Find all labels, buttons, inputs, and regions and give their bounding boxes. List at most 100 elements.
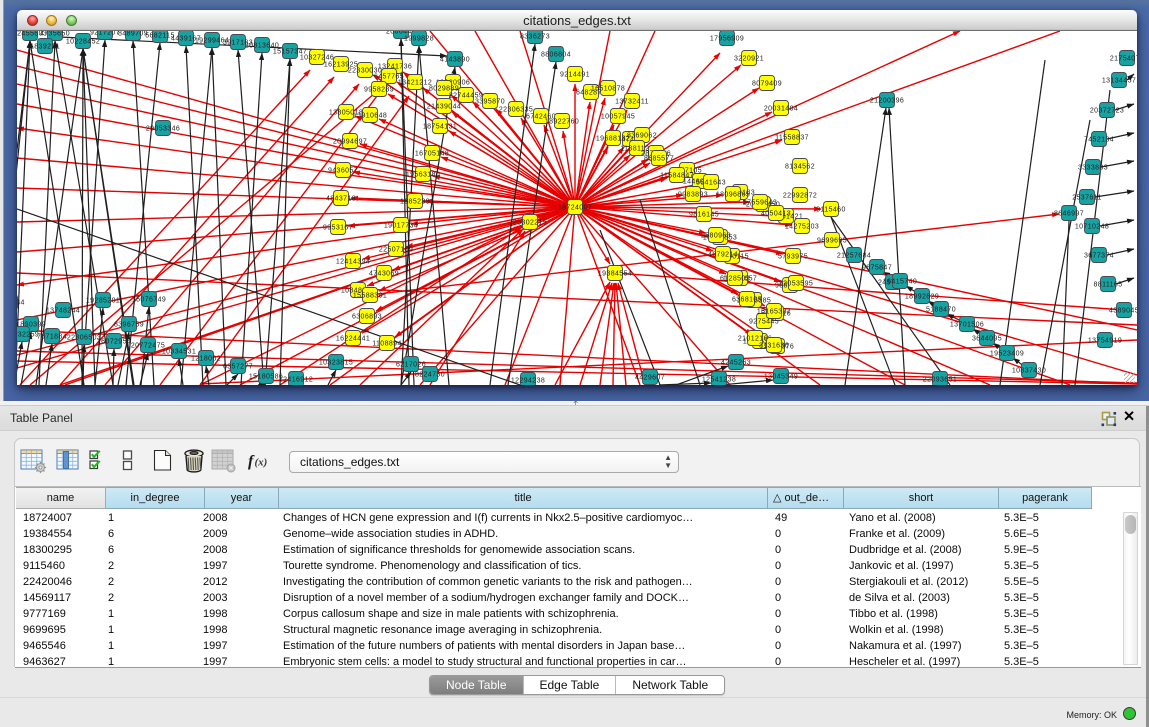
svg-text:13134457: 13134457: [1102, 78, 1136, 85]
svg-text:8396759: 8396759: [114, 322, 144, 329]
svg-text:1839221: 1839221: [30, 44, 60, 51]
svg-text:12294238: 12294238: [511, 378, 545, 385]
svg-text:6217026: 6217026: [396, 362, 426, 369]
svg-text:4429607: 4429607: [635, 375, 665, 382]
svg-text:4389045: 4389045: [1109, 308, 1137, 315]
svg-text:10057945: 10057945: [601, 114, 635, 121]
svg-text:13701506: 13701506: [950, 322, 984, 329]
svg-text:13748244: 13748244: [46, 308, 80, 315]
svg-text:5641643: 5641643: [696, 180, 726, 187]
svg-text:16072954: 16072954: [97, 339, 131, 346]
svg-text:22093651: 22093651: [923, 377, 957, 384]
svg-text:10334531: 10334531: [162, 349, 196, 356]
svg-text:13045349: 13045349: [764, 374, 798, 381]
svg-text:8134562: 8134562: [785, 164, 815, 171]
svg-text:21439044: 21439044: [427, 104, 461, 111]
svg-text:15588301: 15588301: [353, 293, 387, 300]
svg-text:21257684: 21257684: [837, 253, 871, 260]
svg-text:6357277: 6357277: [223, 364, 253, 371]
svg-text:4112034: 4112034: [17, 300, 25, 307]
svg-text:8336273: 8336273: [520, 34, 550, 41]
svg-text:9275445: 9275445: [749, 319, 779, 326]
svg-text:3131636: 3131636: [759, 343, 789, 350]
svg-text:22992872: 22992872: [783, 193, 817, 200]
svg-text:18096865: 18096865: [716, 192, 750, 199]
svg-text:10327246: 10327246: [300, 55, 334, 62]
svg-text:3677374: 3677374: [1084, 253, 1114, 260]
svg-text:18922760: 18922760: [545, 119, 579, 126]
svg-text:8224730: 8224730: [415, 372, 445, 379]
svg-text:10323815: 10323815: [319, 360, 353, 367]
svg-text:8029889: 8029889: [429, 86, 459, 93]
svg-text:9983893: 9983893: [678, 192, 708, 199]
svg-text:7671884: 7671884: [37, 334, 67, 341]
svg-text:13421212: 13421212: [398, 80, 432, 87]
svg-text:4143890: 4143890: [440, 57, 470, 64]
svg-text:(x): (x): [255, 457, 268, 469]
svg-text:29053346: 29053346: [146, 126, 180, 133]
svg-text:19832259: 19832259: [17, 332, 39, 339]
svg-text:22306335: 22306335: [499, 107, 533, 114]
svg-text:25302215: 25302215: [513, 220, 547, 227]
svg-text:14275203: 14275203: [785, 224, 819, 231]
svg-text:16510878: 16510878: [591, 86, 625, 93]
svg-text:22053595: 22053595: [779, 281, 813, 288]
svg-text:21754078: 21754078: [1110, 56, 1137, 63]
svg-text:12541238: 12541238: [702, 377, 736, 384]
svg-text:9217207: 9217207: [90, 31, 120, 37]
svg-text:15165337: 15165337: [757, 309, 791, 316]
svg-text:13805018: 13805018: [329, 110, 363, 117]
svg-text:4050413: 4050413: [761, 211, 791, 218]
svg-text:19017734: 19017734: [384, 223, 418, 230]
svg-text:10710248: 10710248: [1075, 224, 1109, 231]
svg-text:9115460: 9115460: [816, 207, 846, 214]
svg-text:4743069: 4743069: [369, 271, 399, 278]
svg-text:18724007: 18724007: [558, 205, 592, 212]
svg-text:21200396: 21200396: [870, 98, 904, 105]
svg-text:2537611: 2537611: [1072, 195, 1102, 202]
svg-text:18754131: 18754131: [423, 124, 457, 131]
svg-text:2580963: 2580963: [701, 233, 731, 240]
svg-text:20372723: 20372723: [1090, 108, 1124, 115]
svg-text:8369062: 8369062: [627, 133, 657, 140]
svg-text:1218062: 1218062: [191, 356, 221, 363]
svg-text:4843718: 4843718: [326, 196, 356, 203]
svg-text:9214491: 9214491: [560, 72, 590, 79]
svg-text:1385239: 1385239: [400, 199, 430, 206]
svg-text:10837430: 10837430: [1012, 368, 1046, 375]
svg-text:4735650: 4735650: [40, 31, 70, 38]
svg-text:8806804: 8806804: [541, 52, 571, 59]
svg-text:20772475: 20772475: [131, 343, 165, 350]
svg-text:9875847: 9875847: [862, 265, 892, 272]
svg-text:3395870: 3395870: [475, 99, 505, 106]
svg-text:8811165: 8811165: [1093, 282, 1122, 289]
svg-text:8685577: 8685577: [644, 156, 674, 163]
svg-text:15076749: 15076749: [132, 297, 166, 304]
svg-text:10228452: 10228452: [66, 39, 100, 46]
svg-text:16415740: 16415740: [883, 279, 917, 286]
svg-text:8489709: 8489709: [118, 31, 148, 38]
svg-text:20994697: 20994697: [333, 139, 367, 146]
svg-text:4245263: 4245263: [721, 360, 751, 367]
svg-text:8646997: 8646997: [1054, 211, 1084, 218]
svg-text:9699695: 9699695: [817, 238, 847, 245]
svg-text:12416912: 12416912: [279, 377, 313, 384]
svg-text:22507109: 22507109: [379, 247, 413, 254]
svg-text:19688132: 19688132: [596, 136, 630, 143]
svg-text:12414394: 12414394: [336, 259, 370, 266]
svg-text:7452134: 7452134: [1084, 137, 1114, 144]
svg-text:18992829: 18992829: [905, 294, 939, 301]
svg-text:9436057: 9436057: [328, 168, 358, 175]
svg-text:6128503: 6128503: [720, 276, 750, 283]
svg-text:3333883: 3333883: [1078, 165, 1108, 172]
svg-text:6368105: 6368105: [732, 297, 762, 304]
svg-text:3220921: 3220921: [734, 56, 764, 63]
svg-text:6306893: 6306893: [352, 314, 382, 321]
svg-text:19384554: 19384554: [598, 271, 632, 278]
svg-text:20031404: 20031404: [764, 106, 798, 113]
svg-text:19285201: 19285201: [86, 298, 120, 305]
svg-text:11558837: 11558837: [775, 135, 809, 142]
svg-text:13754919: 13754919: [1088, 338, 1122, 345]
svg-text:16705148: 16705148: [415, 151, 449, 158]
svg-text:9816145: 9816145: [689, 212, 719, 219]
